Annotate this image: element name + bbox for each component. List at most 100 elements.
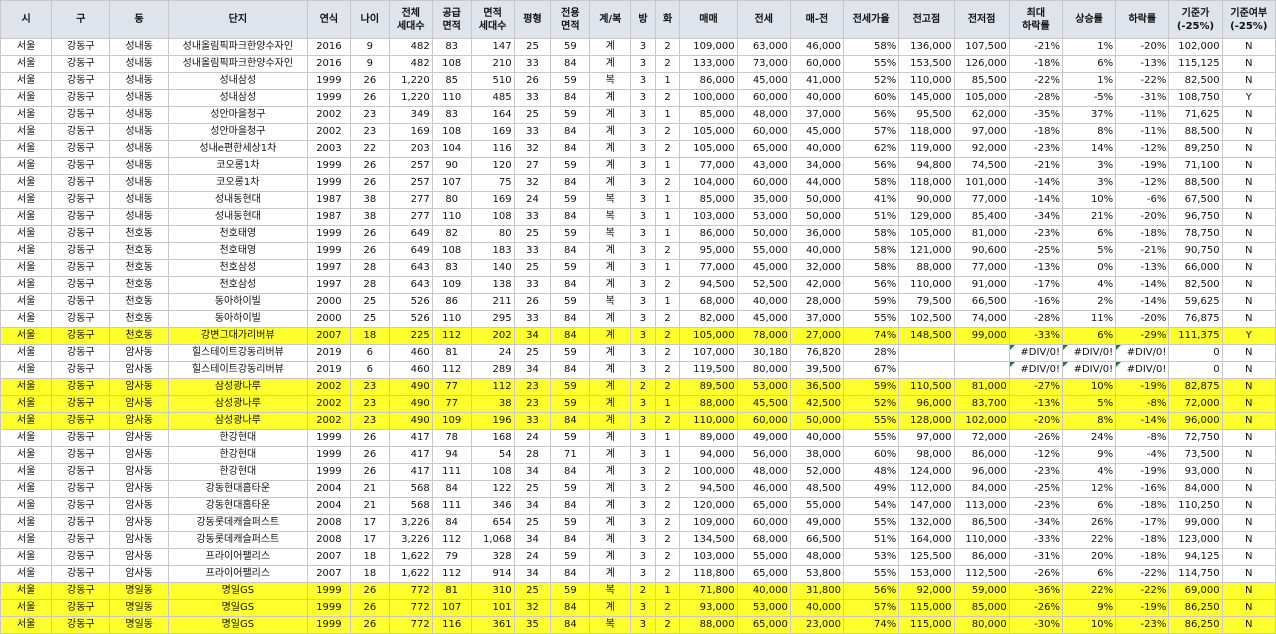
table-cell[interactable]: 110,000 bbox=[679, 412, 738, 430]
table-cell[interactable]: 169 bbox=[470, 123, 515, 141]
table-cell[interactable]: 65,000 bbox=[736, 565, 791, 583]
table-cell[interactable]: 45,000 bbox=[736, 310, 791, 328]
table-cell[interactable]: 82,875 bbox=[1168, 378, 1223, 396]
table-cell[interactable]: 천호삼성 bbox=[167, 276, 308, 294]
table-cell[interactable]: 74% bbox=[843, 327, 900, 345]
table-cell[interactable]: 5% bbox=[1061, 242, 1117, 260]
table-cell[interactable]: 48% bbox=[843, 463, 900, 481]
table-cell[interactable]: 9 bbox=[349, 55, 390, 73]
table-cell[interactable]: -33% bbox=[1008, 531, 1063, 549]
table-cell[interactable]: 1,622 bbox=[388, 548, 433, 566]
table-cell[interactable]: -27% bbox=[1008, 378, 1063, 396]
table-cell[interactable]: 118,000 bbox=[898, 174, 955, 192]
table-cell[interactable]: 23 bbox=[513, 378, 552, 396]
table-cell[interactable]: 50,000 bbox=[789, 191, 845, 209]
table-cell[interactable]: 147,000 bbox=[898, 497, 955, 515]
table-cell[interactable]: 71,625 bbox=[1168, 106, 1223, 124]
table-cell[interactable]: 20% bbox=[1061, 548, 1117, 566]
table-cell[interactable]: -29% bbox=[1115, 327, 1170, 345]
table-cell[interactable]: N bbox=[1221, 208, 1276, 226]
table-cell[interactable]: 서울 bbox=[0, 276, 53, 294]
table-cell[interactable]: 56% bbox=[843, 106, 900, 124]
table-cell[interactable]: 66,500 bbox=[953, 293, 1010, 311]
table-cell[interactable]: 1,220 bbox=[388, 72, 433, 90]
table-cell[interactable]: 강동구 bbox=[51, 480, 111, 498]
table-cell[interactable]: 482 bbox=[388, 55, 433, 73]
table-cell[interactable]: 85,000 bbox=[679, 106, 738, 124]
table-cell[interactable]: 3 bbox=[630, 225, 656, 243]
table-cell[interactable]: N bbox=[1221, 429, 1276, 447]
table-cell[interactable]: 38,000 bbox=[789, 446, 845, 464]
table-cell[interactable]: 23 bbox=[513, 395, 552, 413]
table-cell[interactable]: 1987 bbox=[306, 191, 351, 209]
table-cell[interactable]: 강동구 bbox=[51, 395, 111, 413]
column-header[interactable]: 평형 bbox=[513, 0, 552, 39]
table-cell[interactable]: 강동구 bbox=[51, 293, 111, 311]
table-cell[interactable]: -23% bbox=[1008, 140, 1063, 158]
table-cell[interactable]: #DIV/0! bbox=[1008, 344, 1063, 362]
column-header[interactable]: 매매 bbox=[679, 0, 738, 39]
table-cell[interactable]: 38 bbox=[349, 191, 390, 209]
table-cell[interactable]: -35% bbox=[1008, 106, 1063, 124]
table-cell[interactable]: 1999 bbox=[306, 463, 351, 481]
table-cell[interactable]: 암사동 bbox=[109, 565, 169, 583]
table-cell[interactable]: 22% bbox=[1061, 531, 1117, 549]
table-cell[interactable]: 17 bbox=[349, 514, 390, 532]
table-cell[interactable]: 59 bbox=[550, 344, 591, 362]
table-cell[interactable]: 48,000 bbox=[736, 463, 791, 481]
table-cell[interactable]: 1% bbox=[1061, 72, 1117, 90]
table-cell[interactable]: 성내동 bbox=[109, 208, 169, 226]
table-cell[interactable]: 100,000 bbox=[679, 89, 738, 107]
table-cell[interactable]: 3 bbox=[630, 242, 656, 260]
table-cell[interactable]: N bbox=[1221, 55, 1276, 73]
table-cell[interactable]: N bbox=[1221, 293, 1276, 311]
table-cell[interactable]: 32 bbox=[513, 140, 552, 158]
table-cell[interactable]: 49,000 bbox=[736, 429, 791, 447]
table-cell[interactable]: 한강현대 bbox=[167, 446, 308, 464]
table-cell[interactable]: 25 bbox=[513, 225, 552, 243]
table-cell[interactable]: 59 bbox=[550, 157, 591, 175]
table-cell[interactable]: 37,000 bbox=[789, 310, 845, 328]
table-cell[interactable]: 568 bbox=[388, 480, 433, 498]
table-cell[interactable]: 295 bbox=[470, 310, 515, 328]
table-cell[interactable]: 3 bbox=[630, 259, 656, 277]
table-cell[interactable]: 59 bbox=[550, 293, 591, 311]
table-cell[interactable]: 44,000 bbox=[789, 174, 845, 192]
table-cell[interactable]: 90,750 bbox=[1168, 242, 1223, 260]
table-cell[interactable]: 2 bbox=[654, 514, 681, 532]
table-cell[interactable]: 25 bbox=[513, 480, 552, 498]
table-cell[interactable]: -13% bbox=[1008, 395, 1063, 413]
table-cell[interactable]: 34 bbox=[513, 565, 552, 583]
table-cell[interactable]: N bbox=[1221, 191, 1276, 209]
table-cell[interactable]: 18 bbox=[349, 548, 390, 566]
table-cell[interactable]: 계 bbox=[589, 140, 632, 158]
table-cell[interactable]: N bbox=[1221, 378, 1276, 396]
table-cell[interactable]: N bbox=[1221, 497, 1276, 515]
table-cell[interactable]: 110 bbox=[431, 208, 472, 226]
table-cell[interactable]: 72,000 bbox=[1168, 395, 1223, 413]
table-cell[interactable]: 23 bbox=[349, 378, 390, 396]
table-cell[interactable]: 59 bbox=[550, 259, 591, 277]
table-cell[interactable]: 45,000 bbox=[789, 123, 845, 141]
table-cell[interactable]: 계 bbox=[589, 55, 632, 73]
table-cell[interactable]: 2 bbox=[654, 174, 681, 192]
table-cell[interactable]: 104,000 bbox=[679, 174, 738, 192]
table-cell[interactable]: 40,000 bbox=[789, 140, 845, 158]
table-cell[interactable]: 힐스테이트강동리버뷰 bbox=[167, 361, 308, 379]
table-cell[interactable]: 145,000 bbox=[898, 89, 955, 107]
table-cell[interactable]: 153,000 bbox=[898, 565, 955, 583]
table-cell[interactable]: 4% bbox=[1061, 463, 1117, 481]
table-cell[interactable]: 42,000 bbox=[789, 276, 845, 294]
table-cell[interactable]: 서울 bbox=[0, 497, 53, 515]
table-cell[interactable]: 96,000 bbox=[898, 395, 955, 413]
table-cell[interactable]: -17% bbox=[1008, 276, 1063, 294]
table-cell[interactable]: 2% bbox=[1061, 293, 1117, 311]
table-cell[interactable]: 58% bbox=[843, 259, 900, 277]
table-cell[interactable]: 71,800 bbox=[679, 582, 738, 600]
table-cell[interactable]: 계 bbox=[589, 123, 632, 141]
table-cell[interactable]: 40,000 bbox=[789, 429, 845, 447]
table-cell[interactable]: -13% bbox=[1115, 55, 1170, 73]
table-cell[interactable]: 계 bbox=[589, 242, 632, 260]
table-cell[interactable]: 84 bbox=[550, 55, 591, 73]
table-cell[interactable]: 3 bbox=[630, 412, 656, 430]
